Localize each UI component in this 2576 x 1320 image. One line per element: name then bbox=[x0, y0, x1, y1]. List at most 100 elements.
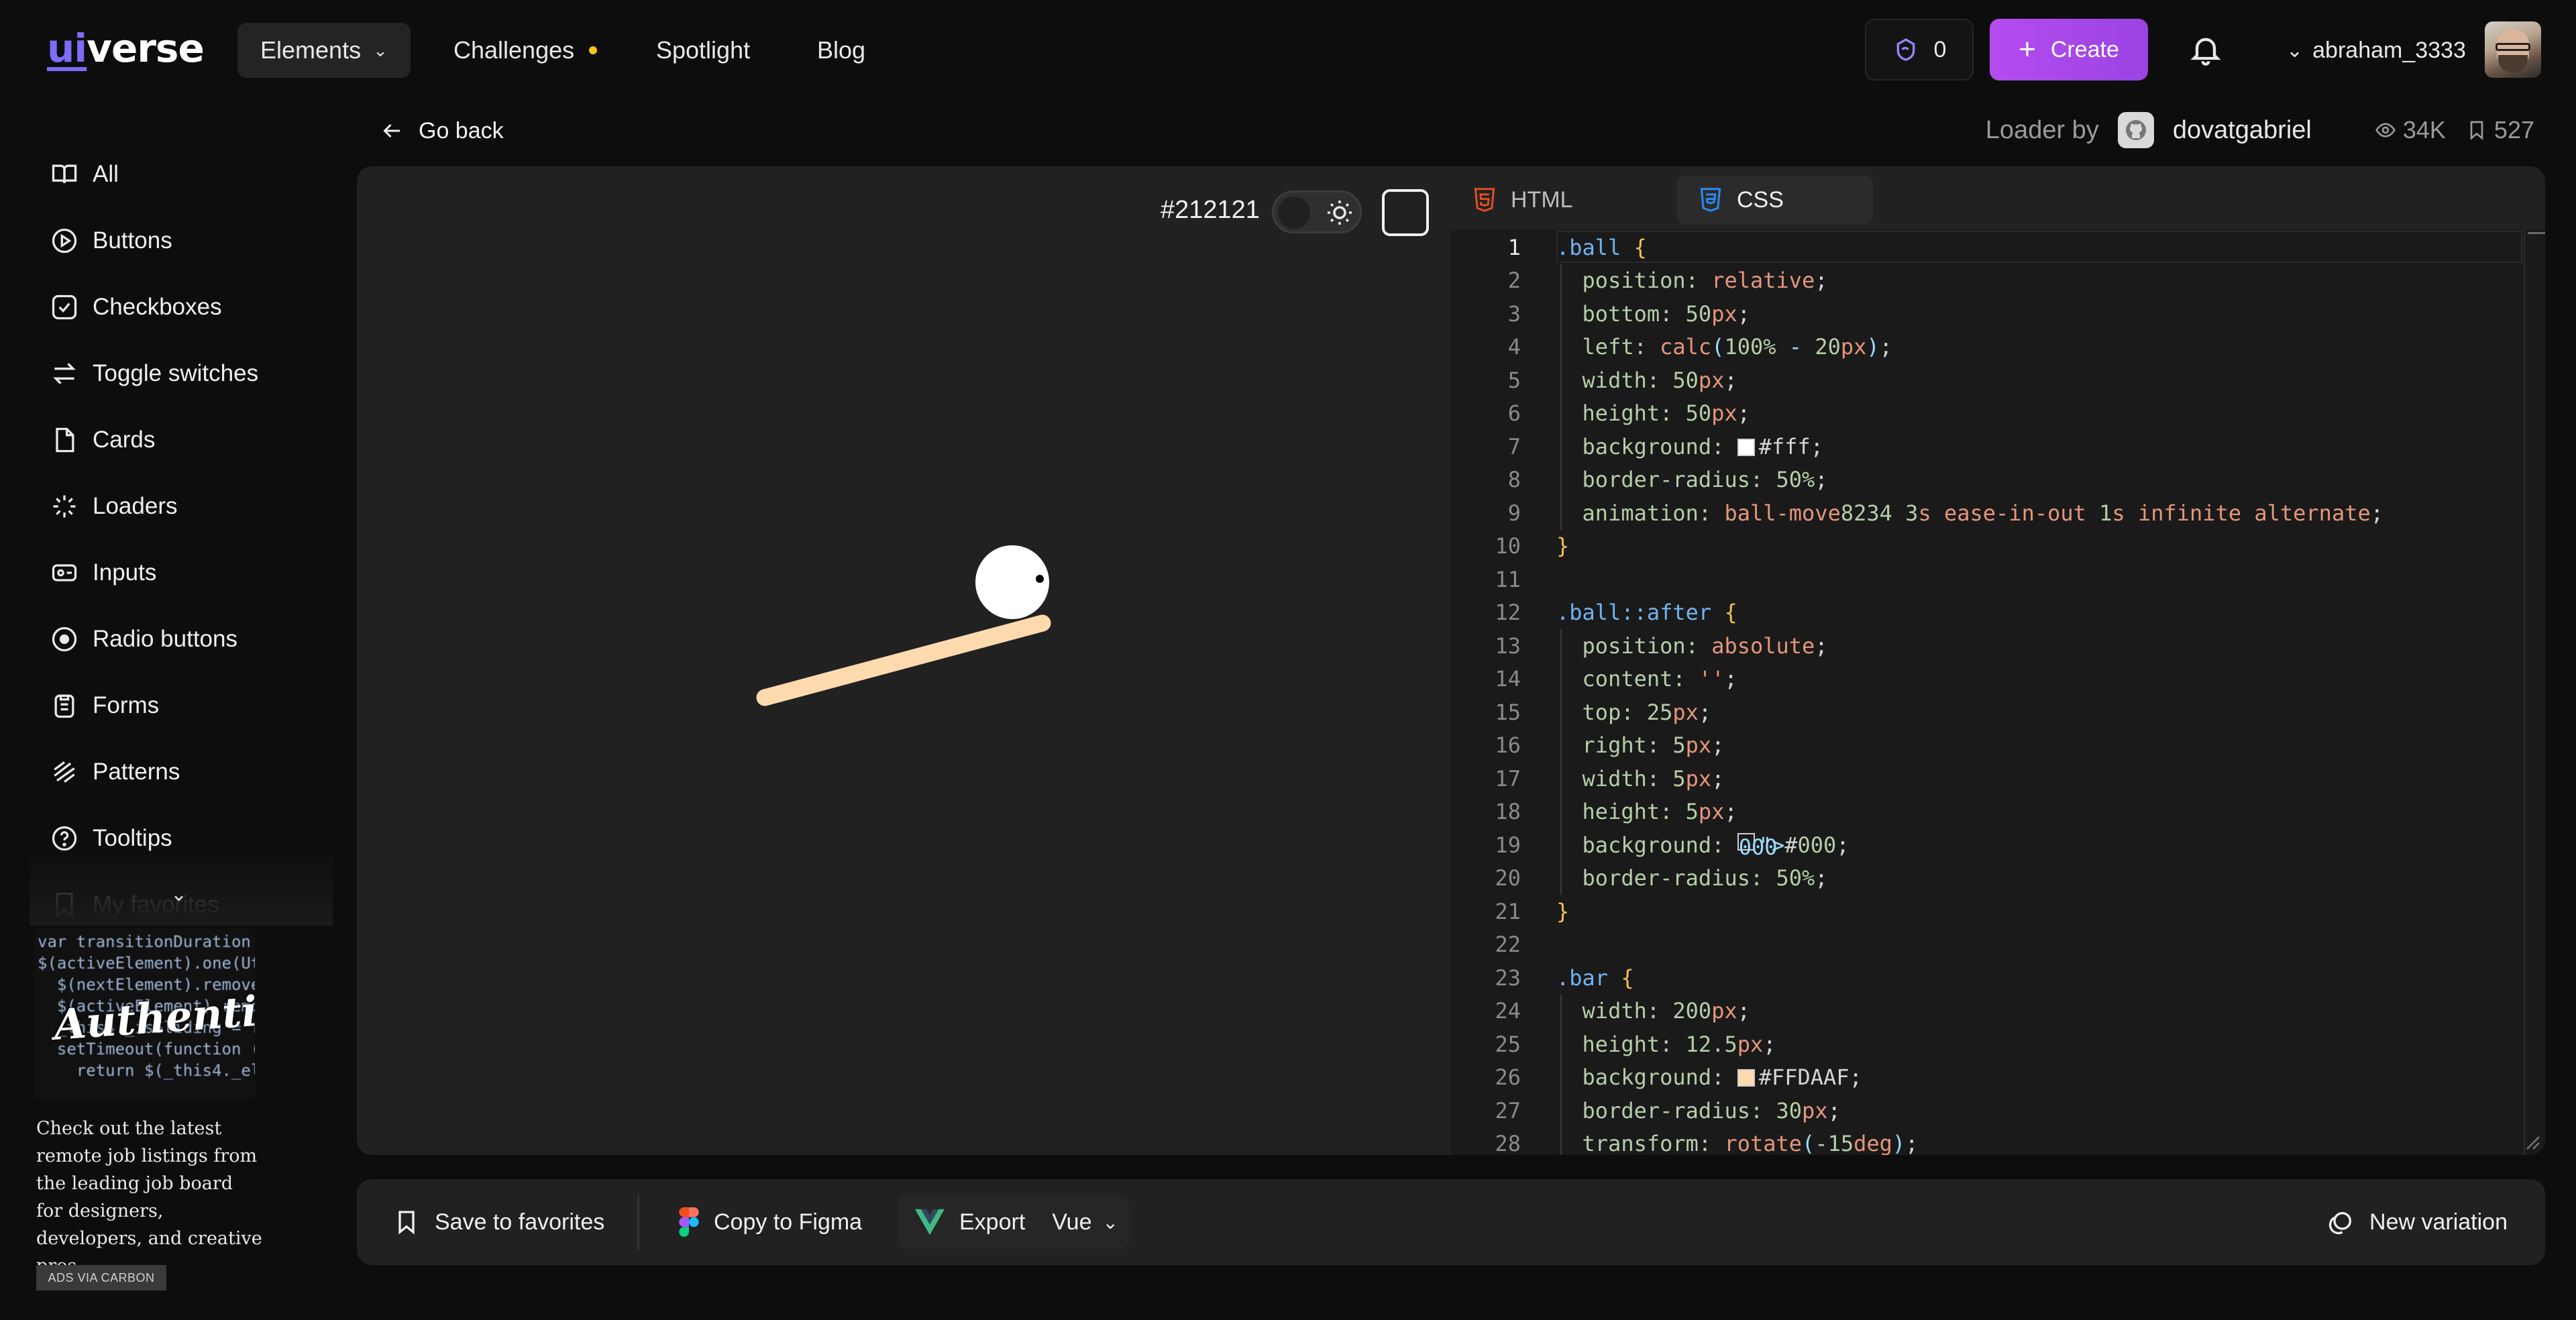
line-number: 20 bbox=[1495, 865, 1521, 891]
github-avatar-icon[interactable] bbox=[2117, 112, 2154, 148]
sidebar-item-tooltips[interactable]: Tooltips bbox=[30, 805, 333, 871]
code-line[interactable]: 9 animation: ball-move8234 3s ease-in-ou… bbox=[1450, 496, 2524, 530]
code-line[interactable]: 6 height: 50px; bbox=[1450, 397, 2524, 431]
ad-text[interactable]: Check out the latest remote job listings… bbox=[36, 1115, 264, 1280]
save-label: Save to favorites bbox=[435, 1209, 605, 1235]
code-line[interactable]: 19 background: 000">#000; bbox=[1450, 828, 2524, 862]
nav-elements-dropdown[interactable]: Elements ⌄ bbox=[237, 23, 411, 78]
code-text: .bar { bbox=[1556, 965, 1634, 991]
export-button[interactable]: Export Vue ⌄ bbox=[898, 1195, 1128, 1249]
line-number: 4 bbox=[1507, 334, 1521, 360]
sidebar-item-inputs[interactable]: Inputs bbox=[30, 539, 333, 606]
sidebar-item-label: Inputs bbox=[93, 559, 157, 586]
scrollbar[interactable] bbox=[2524, 229, 2545, 1155]
spinner-icon bbox=[53, 495, 76, 517]
code-line[interactable]: 23 .bar { bbox=[1450, 961, 2524, 995]
sidebar-item-buttons[interactable]: Buttons bbox=[30, 207, 333, 274]
chevron-down-icon: ⌄ bbox=[2286, 39, 2304, 62]
code-text: width: 200px; bbox=[1556, 998, 1750, 1024]
code-line[interactable]: 2 position: relative; bbox=[1450, 264, 2524, 298]
code-line[interactable]: 28 transform: rotate(-15deg); bbox=[1450, 1128, 2524, 1155]
sidebar-item-label: Patterns bbox=[93, 758, 180, 785]
copy-variation-icon bbox=[2328, 1212, 2352, 1235]
sidebar-item-radio-buttons[interactable]: Radio buttons bbox=[30, 606, 333, 672]
code-line[interactable]: 17 width: 5px; bbox=[1450, 762, 2524, 795]
code-line[interactable]: 11 bbox=[1450, 563, 2524, 596]
sidebar-item-loaders[interactable]: Loaders bbox=[30, 473, 333, 539]
ad-image[interactable]: var transitionDuration = Util $(activeEl… bbox=[34, 928, 255, 1100]
sidebar-item-patterns[interactable]: Patterns bbox=[30, 738, 333, 805]
code-area[interactable]: 1 .ball {2 position: relative; 3 bottom: 5… bbox=[1450, 229, 2545, 1155]
pattern-icon bbox=[54, 761, 75, 783]
code-line[interactable]: 20 border-radius: 50%; bbox=[1450, 862, 2524, 895]
bell-icon[interactable] bbox=[2188, 32, 2223, 67]
sidebar-item-toggle-switches[interactable]: Toggle switches bbox=[30, 340, 333, 406]
line-number: 6 bbox=[1507, 400, 1521, 427]
new-variation-button[interactable]: New variation bbox=[2328, 1195, 2508, 1249]
code-line[interactable]: 4 left: calc(100% - 20px); bbox=[1450, 331, 2524, 364]
sidebar-item-label: Buttons bbox=[93, 227, 172, 254]
code-line[interactable]: 10} bbox=[1450, 530, 2524, 563]
code-line[interactable]: 27 border-radius: 30px; bbox=[1450, 1094, 2524, 1128]
tab-html-label: HTML bbox=[1511, 186, 1573, 213]
sidebar-item-all[interactable]: All bbox=[30, 141, 333, 207]
code-line[interactable]: 1 .ball { bbox=[1450, 231, 2524, 264]
code-line[interactable]: 5 width: 50px; bbox=[1450, 364, 2524, 397]
code-line[interactable]: 25 height: 12.5px; bbox=[1450, 1028, 2524, 1061]
code-line[interactable]: 21} bbox=[1450, 895, 2524, 928]
code-text: } bbox=[1556, 533, 1570, 559]
points-button[interactable]: 0 bbox=[1865, 19, 1974, 80]
code-line[interactable]: 16 right: 5px; bbox=[1450, 729, 2524, 763]
code-line[interactable]: 8 border-radius: 50%; bbox=[1450, 463, 2524, 497]
tab-css[interactable]: CSS bbox=[1676, 176, 1873, 224]
code-text: } bbox=[1556, 898, 1570, 924]
points-count: 0 bbox=[1933, 36, 1947, 62]
code-line[interactable]: 7 background: #fff; bbox=[1450, 430, 2524, 463]
css3-icon bbox=[1700, 188, 1721, 212]
framework-label: Vue bbox=[1052, 1209, 1092, 1235]
nav-elements-label: Elements bbox=[260, 36, 362, 64]
resize-handle-icon[interactable] bbox=[2521, 1131, 2541, 1151]
save-to-favorites-button[interactable]: Save to favorites bbox=[393, 1195, 604, 1249]
user-menu[interactable]: ⌄ abraham_3333 bbox=[2286, 23, 2466, 78]
sidebar-item-label: All bbox=[93, 160, 119, 187]
code-line[interactable]: 22 bbox=[1450, 928, 2524, 962]
uiverse-logo[interactable]: uiverse bbox=[47, 25, 205, 71]
ads-via-carbon-badge[interactable]: ADS VIA CARBON bbox=[36, 1265, 166, 1290]
sidebar-item-cards[interactable]: Cards bbox=[30, 406, 333, 473]
sidebar-item-label: Forms bbox=[93, 692, 160, 718]
code-line[interactable]: 24 width: 200px; bbox=[1450, 995, 2524, 1028]
framework-select[interactable]: Vue ⌄ bbox=[1052, 1209, 1118, 1235]
code-text: position: relative; bbox=[1556, 268, 1828, 294]
loader-by-label: Loader by bbox=[1985, 115, 2099, 144]
code-line[interactable]: 3 bottom: 50px; bbox=[1450, 297, 2524, 331]
author-name[interactable]: dovatgabriel bbox=[2173, 116, 2312, 145]
tab-html[interactable]: HTML bbox=[1450, 176, 1652, 224]
line-number: 11 bbox=[1495, 566, 1521, 592]
code-text: bottom: 50px; bbox=[1556, 300, 1750, 327]
avatar[interactable] bbox=[2485, 21, 2541, 78]
code-line[interactable]: 13 position: absolute; bbox=[1450, 629, 2524, 663]
create-button[interactable]: + Create bbox=[1990, 19, 2148, 80]
copy-to-figma-button[interactable]: Copy to Figma bbox=[679, 1195, 862, 1249]
sidebar-item-checkboxes[interactable]: Checkboxes bbox=[30, 274, 333, 340]
username: abraham_3333 bbox=[2312, 37, 2466, 63]
background-color-label[interactable]: #212121 bbox=[1161, 196, 1260, 225]
nav-blog[interactable]: Blog bbox=[817, 23, 865, 78]
go-back-link[interactable]: Go back bbox=[380, 114, 504, 148]
code-line[interactable]: 15 top: 25px; bbox=[1450, 696, 2524, 729]
code-line[interactable]: 14 content: ''; bbox=[1450, 663, 2524, 696]
code-line[interactable]: 18 height: 5px; bbox=[1450, 795, 2524, 829]
line-number: 8 bbox=[1507, 467, 1521, 493]
code-line[interactable]: 12 .ball::after { bbox=[1450, 596, 2524, 630]
sidebar-item-forms[interactable]: Forms bbox=[30, 672, 333, 738]
theme-toggle[interactable] bbox=[1272, 190, 1362, 233]
divider bbox=[637, 1195, 639, 1250]
color-swatch[interactable] bbox=[1382, 189, 1429, 236]
nav-challenges[interactable]: Challenges bbox=[453, 23, 598, 78]
top-navigation: uiverse Elements ⌄ Challenges Spotlight … bbox=[0, 0, 2576, 101]
chevron-down-icon[interactable]: ⌄ bbox=[170, 883, 187, 906]
code-text: width: 5px; bbox=[1556, 765, 1725, 791]
nav-spotlight[interactable]: Spotlight bbox=[656, 23, 750, 78]
code-line[interactable]: 26 background: #FFDAAF; bbox=[1450, 1061, 2524, 1095]
